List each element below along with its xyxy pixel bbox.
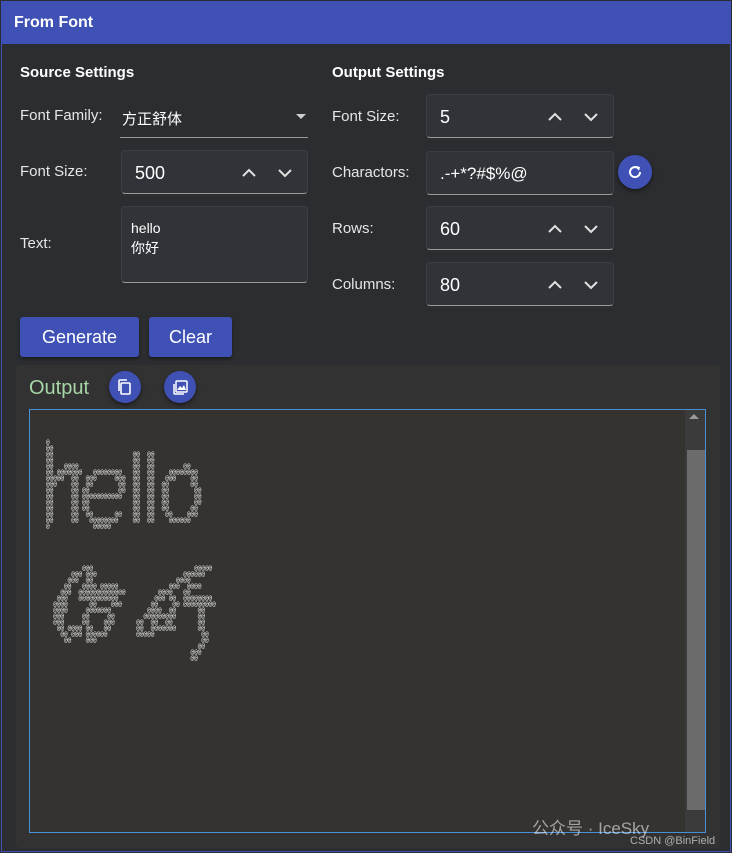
watermark-sub: CSDN @BinField xyxy=(630,835,716,847)
source-font-size-value: 500 xyxy=(135,163,166,183)
chevron-down-icon[interactable] xyxy=(581,219,601,239)
source-text-input[interactable]: hello 你好 xyxy=(121,206,308,283)
columns-label: Columns: xyxy=(332,276,396,293)
font-family-value: 方正舒体 xyxy=(122,111,183,128)
refresh-icon xyxy=(629,166,642,179)
columns-value: 80 xyxy=(440,275,461,295)
generate-button[interactable]: Generate xyxy=(20,317,139,357)
columns-stepper[interactable]: 80 xyxy=(426,262,614,306)
chevron-up-icon[interactable] xyxy=(239,163,259,183)
text-label: Text: xyxy=(20,235,52,252)
charactors-label: Charactors: xyxy=(332,164,410,181)
chevron-down-icon[interactable] xyxy=(275,163,295,183)
source-settings-heading: Source Settings xyxy=(20,64,135,81)
source-font-size-label: Font Size: xyxy=(20,163,88,180)
output-settings-heading: Output Settings xyxy=(332,64,445,81)
rows-label: Rows: xyxy=(332,220,374,237)
output-card: Output @ @@ @@ @@ @@ @@ @@ @@ @@ @@@@ @@… xyxy=(16,365,720,848)
ascii-art-output: @ @@ @@ @@ @@ @@ @@ @@ @@ @@@@ @@ @@ @@ … xyxy=(46,439,216,662)
copy-icon xyxy=(118,379,131,395)
rows-value: 60 xyxy=(440,219,461,239)
from-font-window: From Font Source Settings Font Family: 方… xyxy=(1,1,731,852)
output-font-size-stepper[interactable]: 5 xyxy=(426,94,614,138)
chevron-up-icon[interactable] xyxy=(545,219,565,239)
output-font-size-value: 5 xyxy=(440,107,451,127)
chevron-up-icon[interactable] xyxy=(545,107,565,127)
chevron-down-icon[interactable] xyxy=(581,107,601,127)
window-title: From Font xyxy=(14,14,94,31)
chevron-up-icon[interactable] xyxy=(545,275,565,295)
image-icon xyxy=(173,380,188,395)
rows-stepper[interactable]: 60 xyxy=(426,206,614,250)
output-font-size-label: Font Size: xyxy=(332,108,400,125)
text-line-1: hello xyxy=(131,220,161,236)
charactors-input[interactable]: .-+*?#$%@ xyxy=(426,151,614,195)
output-title: Output xyxy=(29,377,90,399)
clear-button[interactable]: Clear xyxy=(149,317,232,357)
font-family-select[interactable]: 方正舒体 xyxy=(120,96,308,138)
chevron-down-icon[interactable] xyxy=(581,275,601,295)
source-font-size-stepper[interactable]: 500 xyxy=(121,150,308,194)
copy-button[interactable] xyxy=(109,371,141,403)
charactors-value: .-+*?#$%@ xyxy=(440,164,528,183)
dropdown-caret-icon xyxy=(296,114,306,119)
refresh-button[interactable] xyxy=(618,155,652,189)
scroll-thumb[interactable] xyxy=(687,450,705,810)
save-image-button[interactable] xyxy=(164,371,196,403)
output-textarea[interactable]: @ @@ @@ @@ @@ @@ @@ @@ @@ @@@@ @@ @@ @@ … xyxy=(29,409,706,833)
scroll-up-icon[interactable] xyxy=(689,414,699,419)
font-family-label: Font Family: xyxy=(20,107,103,124)
output-scrollbar[interactable] xyxy=(685,410,705,832)
title-bar: From Font xyxy=(2,2,730,44)
text-line-2: 你好 xyxy=(131,240,159,256)
